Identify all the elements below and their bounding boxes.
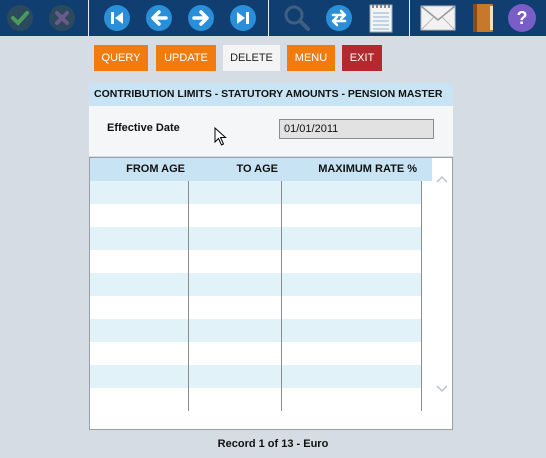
previous-icon[interactable] bbox=[142, 0, 176, 36]
table-row[interactable] bbox=[90, 388, 421, 411]
next-icon[interactable] bbox=[184, 0, 218, 36]
mail-icon[interactable] bbox=[418, 0, 458, 36]
grid-header: FROM AGE TO AGE MAXIMUM RATE % bbox=[90, 158, 434, 181]
table-row[interactable] bbox=[90, 204, 421, 227]
toolbar: ? bbox=[0, 0, 546, 36]
update-button[interactable]: UPDATE bbox=[156, 45, 216, 71]
effective-date-field[interactable]: 01/01/2011 bbox=[279, 119, 434, 139]
help-icon[interactable]: ? bbox=[505, 0, 539, 36]
column-divider bbox=[421, 181, 422, 411]
panel-title: CONTRIBUTION LIMITS - STATUTORY AMOUNTS … bbox=[89, 83, 453, 106]
table-row[interactable] bbox=[90, 250, 421, 273]
table-row[interactable] bbox=[90, 181, 421, 204]
table-row[interactable] bbox=[90, 273, 421, 296]
table-row[interactable] bbox=[90, 319, 421, 342]
table-row[interactable] bbox=[90, 342, 421, 365]
column-header-to-age[interactable]: TO AGE bbox=[190, 158, 278, 181]
column-divider bbox=[281, 181, 282, 411]
refresh-icon[interactable] bbox=[322, 0, 356, 36]
cancel-icon[interactable] bbox=[45, 0, 79, 36]
first-record-icon[interactable] bbox=[100, 0, 134, 36]
table-row[interactable] bbox=[90, 296, 421, 319]
search-icon[interactable] bbox=[280, 0, 314, 36]
column-header-from-age[interactable]: FROM AGE bbox=[90, 158, 185, 181]
last-record-icon[interactable] bbox=[226, 0, 260, 36]
mouse-pointer-icon bbox=[214, 126, 228, 152]
data-grid: FROM AGE TO AGE MAXIMUM RATE % bbox=[89, 157, 453, 430]
help-glyph: ? bbox=[517, 8, 528, 28]
menu-button[interactable]: MENU bbox=[287, 45, 335, 71]
toolbar-separator bbox=[409, 0, 410, 36]
column-divider bbox=[188, 181, 189, 411]
notepad-icon[interactable] bbox=[364, 0, 398, 36]
check-icon[interactable] bbox=[3, 0, 37, 36]
table-row[interactable] bbox=[90, 365, 421, 388]
scroll-up-icon[interactable] bbox=[436, 174, 448, 184]
toolbar-separator bbox=[88, 0, 89, 36]
scroll-down-icon[interactable] bbox=[436, 384, 448, 394]
book-icon[interactable] bbox=[466, 0, 500, 36]
table-row[interactable] bbox=[90, 227, 421, 250]
effective-date-label: Effective Date bbox=[107, 122, 180, 134]
grid-rows bbox=[90, 181, 421, 411]
query-button[interactable]: QUERY bbox=[94, 45, 148, 71]
delete-button[interactable]: DELETE bbox=[223, 45, 280, 71]
toolbar-separator bbox=[268, 0, 269, 36]
column-header-maximum-rate[interactable]: MAXIMUM RATE % bbox=[285, 158, 417, 181]
record-status: Record 1 of 13 - Euro bbox=[217, 438, 329, 450]
exit-button[interactable]: EXIT bbox=[342, 45, 382, 71]
grid-scrollbar[interactable] bbox=[432, 158, 452, 429]
